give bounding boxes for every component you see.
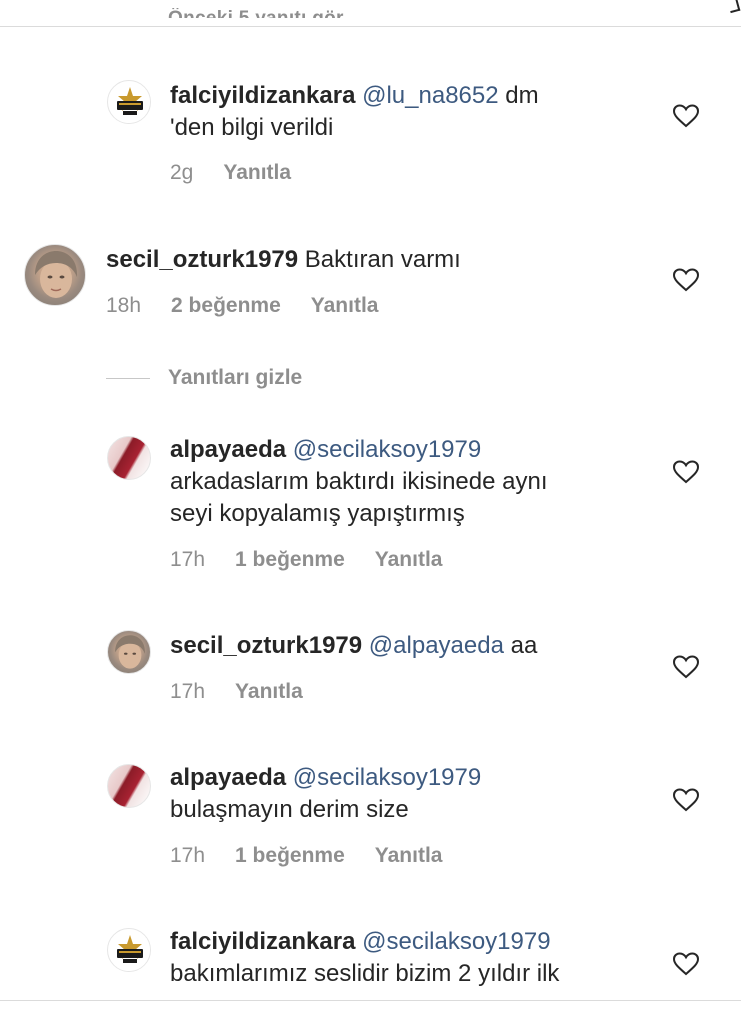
hide-replies-divider [106,378,150,379]
reply-button[interactable]: Yanıtla [223,161,291,184]
likes-count[interactable]: 1 beğenme [235,548,345,571]
comment-mention[interactable]: @lu_na8652 [362,82,498,109]
comment-body-line3: seyi kopyalamış yapıştırmış [170,500,465,527]
falci-logo-icon [109,930,150,971]
red-white-avatar[interactable] [107,436,151,480]
comment-text: alpayaeda @secilaksoy1979 bulaşmayın der… [170,762,650,826]
falci-logo-icon [109,82,150,123]
bottom-divider [0,1000,741,1001]
heart-icon[interactable] [673,952,699,976]
woman-face-avatar[interactable] [24,244,86,306]
heart-icon[interactable] [673,655,699,679]
comment-username[interactable]: alpayaeda [170,436,286,463]
comment-body: bakımlarımız seslidir bizim 2 yıldır ilk [170,960,560,987]
comment-text: falciyildizankara @lu_na8652 dm 'den bil… [170,80,650,144]
comment-username[interactable]: falciyildizankara [170,928,355,955]
reply-button[interactable]: Yanıtla [375,844,443,867]
comment-mention[interactable]: @secilaksoy1979 [362,928,550,955]
hide-replies-button[interactable]: Yanıtları gizle [168,366,302,390]
falci-logo-avatar[interactable] [107,80,151,124]
comment-time: 17h [170,844,206,867]
comment-meta: 17h 1 beğenme Yanıtla [170,548,472,572]
comment-username[interactable]: secil_ozturk1979 [170,632,362,659]
comment-text: secil_ozturk1979 @alpayaeda aa [170,630,650,662]
top-divider [0,26,741,27]
reply-button[interactable]: Yanıtla [235,680,303,703]
comment-body: arkadaslarım baktırdı ikisinede aynı [170,468,548,495]
woman-face-icon [35,251,78,298]
comment-meta: 17h 1 beğenme Yanıtla [170,844,472,868]
comment-body: dm [498,82,539,109]
comment-time: 18h [106,294,142,317]
heart-icon[interactable] [673,268,699,292]
likes-count[interactable]: 2 beğenme [171,294,281,317]
comment-text: falciyildizankara @secilaksoy1979 bakıml… [170,926,650,998]
comment-body: Baktıran varmı [298,246,461,273]
comment-username[interactable]: falciyildizankara [170,82,355,109]
comment-time: 17h [170,680,206,703]
comment-mention[interactable]: @alpayaeda [369,632,504,659]
woman-face-avatar[interactable] [107,630,151,674]
comment-meta: 18h 2 beğenme Yanıtla [106,294,408,318]
comment-time: 17h [170,548,206,571]
comment-time: 2g [170,161,194,184]
comment-body-line2: 'den bilgi verildi [170,114,334,141]
heart-icon[interactable] [673,460,699,484]
red-white-avatar[interactable] [107,764,151,808]
comment-mention[interactable]: @secilaksoy1979 [293,436,481,463]
top-right-chevron-icon [727,0,741,14]
comment-meta: 2g Yanıtla [170,161,321,185]
comment-body: bulaşmayın derim size [170,796,409,823]
comment-username[interactable]: alpayaeda [170,764,286,791]
reply-button[interactable]: Yanıtla [375,548,443,571]
comment-username[interactable]: secil_ozturk1979 [106,246,298,273]
woman-face-icon [115,635,145,669]
heart-icon[interactable] [673,788,699,812]
comment-meta: 17h Yanıtla [170,680,333,704]
view-previous-replies[interactable]: Önceki 5 yanıtı gör [168,8,344,18]
likes-count[interactable]: 1 beğenme [235,844,345,867]
comment-mention[interactable]: @secilaksoy1979 [293,764,481,791]
falci-logo-avatar[interactable] [107,928,151,972]
comment-body: aa [503,632,538,659]
reply-button[interactable]: Yanıtla [311,294,379,317]
heart-icon[interactable] [673,104,699,128]
comment-text: alpayaeda @secilaksoy1979 arkadaslarım b… [170,434,650,530]
comment-text: secil_ozturk1979 Baktıran varmı [106,244,666,276]
